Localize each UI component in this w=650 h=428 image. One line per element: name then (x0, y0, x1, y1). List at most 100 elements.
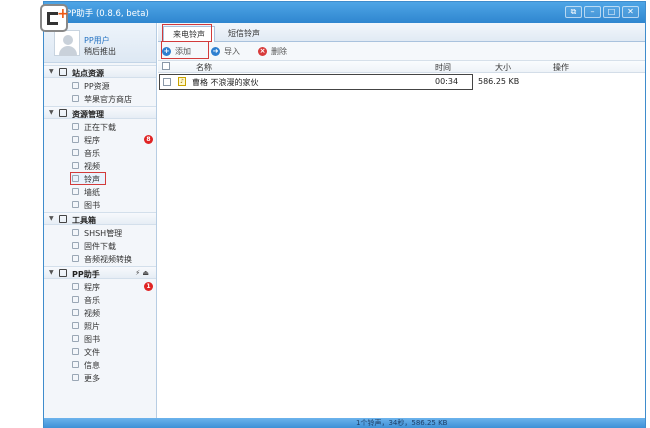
sidebar-item-device-books[interactable]: 图书 (44, 332, 156, 345)
app-store-icon (72, 95, 79, 102)
message-icon (72, 361, 79, 368)
sidebar-item-label: 程序 (84, 136, 100, 145)
title-bar[interactable]: PP助手 (0.8.6, beta) ⧉ – □ ✕ (44, 2, 645, 23)
sidebar-item-device-music[interactable]: 音乐 (44, 293, 156, 306)
section-toolbox[interactable]: ▼ 工具箱 (44, 212, 156, 225)
sidebar-item-label: 图书 (84, 335, 100, 344)
video-icon (72, 309, 79, 316)
book-icon (72, 201, 79, 208)
music-file-icon: ♪ (178, 77, 186, 86)
sidebar-item-label: 音乐 (84, 149, 100, 158)
sidebar-item-device-video[interactable]: 视频 (44, 306, 156, 319)
book-icon (72, 335, 79, 342)
collapse-arrow-icon[interactable]: ▼ (49, 68, 54, 75)
section-label: 站点资源 (72, 69, 104, 78)
status-text: 1个铃声，34秒，586.25 KB (356, 419, 448, 427)
sidebar-item-label: 程序 (84, 283, 100, 292)
sidebar-item-label: 视频 (84, 162, 100, 171)
collapse-arrow-icon[interactable]: ▼ (49, 269, 54, 276)
select-all-checkbox[interactable] (162, 62, 170, 70)
row-checkbox[interactable] (163, 78, 171, 86)
sidebar-item-label: 苹果官方商店 (84, 95, 132, 104)
home-icon (59, 68, 67, 76)
cell-time: 00:34 (435, 77, 459, 86)
sidebar-item-label: 文件 (84, 348, 100, 357)
column-size[interactable]: 大小 (495, 62, 511, 73)
download-icon (72, 123, 79, 130)
sidebar-item-device-messages[interactable]: 信息 (44, 358, 156, 371)
column-action: 操作 (553, 63, 569, 72)
add-label: 添加 (175, 47, 191, 56)
shsh-icon (72, 229, 79, 236)
app-icon (72, 283, 79, 290)
main-panel: 来电铃声 短信铃声 + 添加 ➜ 导入 × 删除 名称 时间 大小 操作 ♪ 曹… (158, 23, 645, 418)
logout-link[interactable]: 稍后推出 (84, 46, 116, 57)
column-time[interactable]: 时间 (435, 62, 451, 73)
maximize-button[interactable]: □ (603, 6, 620, 18)
tab-sms-ringtones[interactable]: 短信铃声 (219, 26, 269, 42)
firmware-icon (72, 242, 79, 249)
sidebar: PP用户 稍后推出 ▼ 站点资源 PP资源 苹果官方商店 ▼ 资源管理 正在下载 (44, 23, 157, 418)
avatar[interactable] (54, 30, 80, 56)
sidebar-item-label: 音频视频转换 (84, 255, 132, 264)
toolbox-icon (59, 215, 67, 223)
more-icon (72, 374, 79, 381)
delete-label: 删除 (271, 47, 287, 56)
sidebar-item-label: 视频 (84, 309, 100, 318)
convert-icon (72, 255, 79, 262)
sidebar-item-wallpaper[interactable]: 墙纸 (44, 185, 156, 198)
minimize-button[interactable]: – (584, 6, 601, 18)
skin-button[interactable]: ⧉ (565, 6, 582, 18)
collapse-arrow-icon[interactable]: ▼ (49, 215, 54, 222)
sidebar-item-device-files[interactable]: 文件 (44, 345, 156, 358)
sidebar-item-device-photos[interactable]: 照片 (44, 319, 156, 332)
sidebar-item-books[interactable]: 图书 (44, 198, 156, 211)
sidebar-item-label: 音乐 (84, 296, 100, 305)
column-name[interactable]: 名称 (196, 62, 212, 73)
delete-button[interactable]: × 删除 (258, 46, 294, 58)
sidebar-item-label: 固件下载 (84, 242, 116, 251)
import-label: 导入 (224, 47, 240, 56)
import-button[interactable]: ➜ 导入 (211, 46, 247, 58)
table-header: 名称 时间 大小 操作 (158, 61, 645, 73)
section-device[interactable]: ▼ PP助手 ⚡ ⏏ (44, 266, 156, 279)
music-icon (72, 296, 79, 303)
tab-bar: 来电铃声 短信铃声 (158, 23, 645, 42)
phone-icon (59, 269, 67, 277)
user-name[interactable]: PP用户 (84, 35, 110, 46)
sidebar-item-downloading[interactable]: 正在下载 (44, 120, 156, 133)
sidebar-item-label: 图书 (84, 201, 100, 210)
sidebar-item-app-store[interactable]: 苹果官方商店 (44, 92, 156, 105)
sidebar-item-firmware[interactable]: 固件下载 (44, 239, 156, 252)
sidebar-item-device-apps[interactable]: 程序 1 (44, 280, 156, 293)
sidebar-item-device-more[interactable]: 更多 (44, 371, 156, 384)
sidebar-item-video[interactable]: 视频 (44, 159, 156, 172)
sidebar-item-apps[interactable]: 程序 8 (44, 133, 156, 146)
app-logo-icon: + (40, 4, 69, 32)
sidebar-item-pp-resources[interactable]: PP资源 (44, 79, 156, 92)
section-site-resources[interactable]: ▼ 站点资源 (44, 65, 156, 78)
toolbar: + 添加 ➜ 导入 × 删除 (158, 41, 645, 61)
window-title: PP助手 (0.8.6, beta) (66, 9, 149, 19)
sidebar-item-ringtones[interactable]: 铃声 (44, 172, 156, 185)
status-bar: 1个铃声，34秒，586.25 KB (44, 418, 645, 428)
sidebar-item-music[interactable]: 音乐 (44, 146, 156, 159)
close-button[interactable]: ✕ (622, 6, 639, 18)
app-window: PP助手 (0.8.6, beta) ⧉ – □ ✕ + PP用户 稍后推出 ▼… (40, 1, 646, 428)
tab-highlight-frame (162, 24, 212, 42)
sidebar-item-label: SHSH管理 (84, 229, 123, 238)
section-resource-management[interactable]: ▼ 资源管理 (44, 106, 156, 119)
bell-icon (72, 175, 79, 182)
update-badge: 8 (144, 135, 153, 144)
sidebar-item-label: 墙纸 (84, 188, 100, 197)
video-icon (72, 162, 79, 169)
section-label: 资源管理 (72, 110, 104, 119)
sidebar-item-converter[interactable]: 音频视频转换 (44, 252, 156, 265)
delete-icon: × (258, 47, 267, 56)
sidebar-item-shsh[interactable]: SHSH管理 (44, 226, 156, 239)
add-button[interactable]: + 添加 (161, 41, 209, 59)
sidebar-item-label: 信息 (84, 361, 100, 370)
device-actions-icon[interactable]: ⚡ ⏏ (135, 269, 149, 277)
app-icon (72, 136, 79, 143)
collapse-arrow-icon[interactable]: ▼ (49, 109, 54, 116)
